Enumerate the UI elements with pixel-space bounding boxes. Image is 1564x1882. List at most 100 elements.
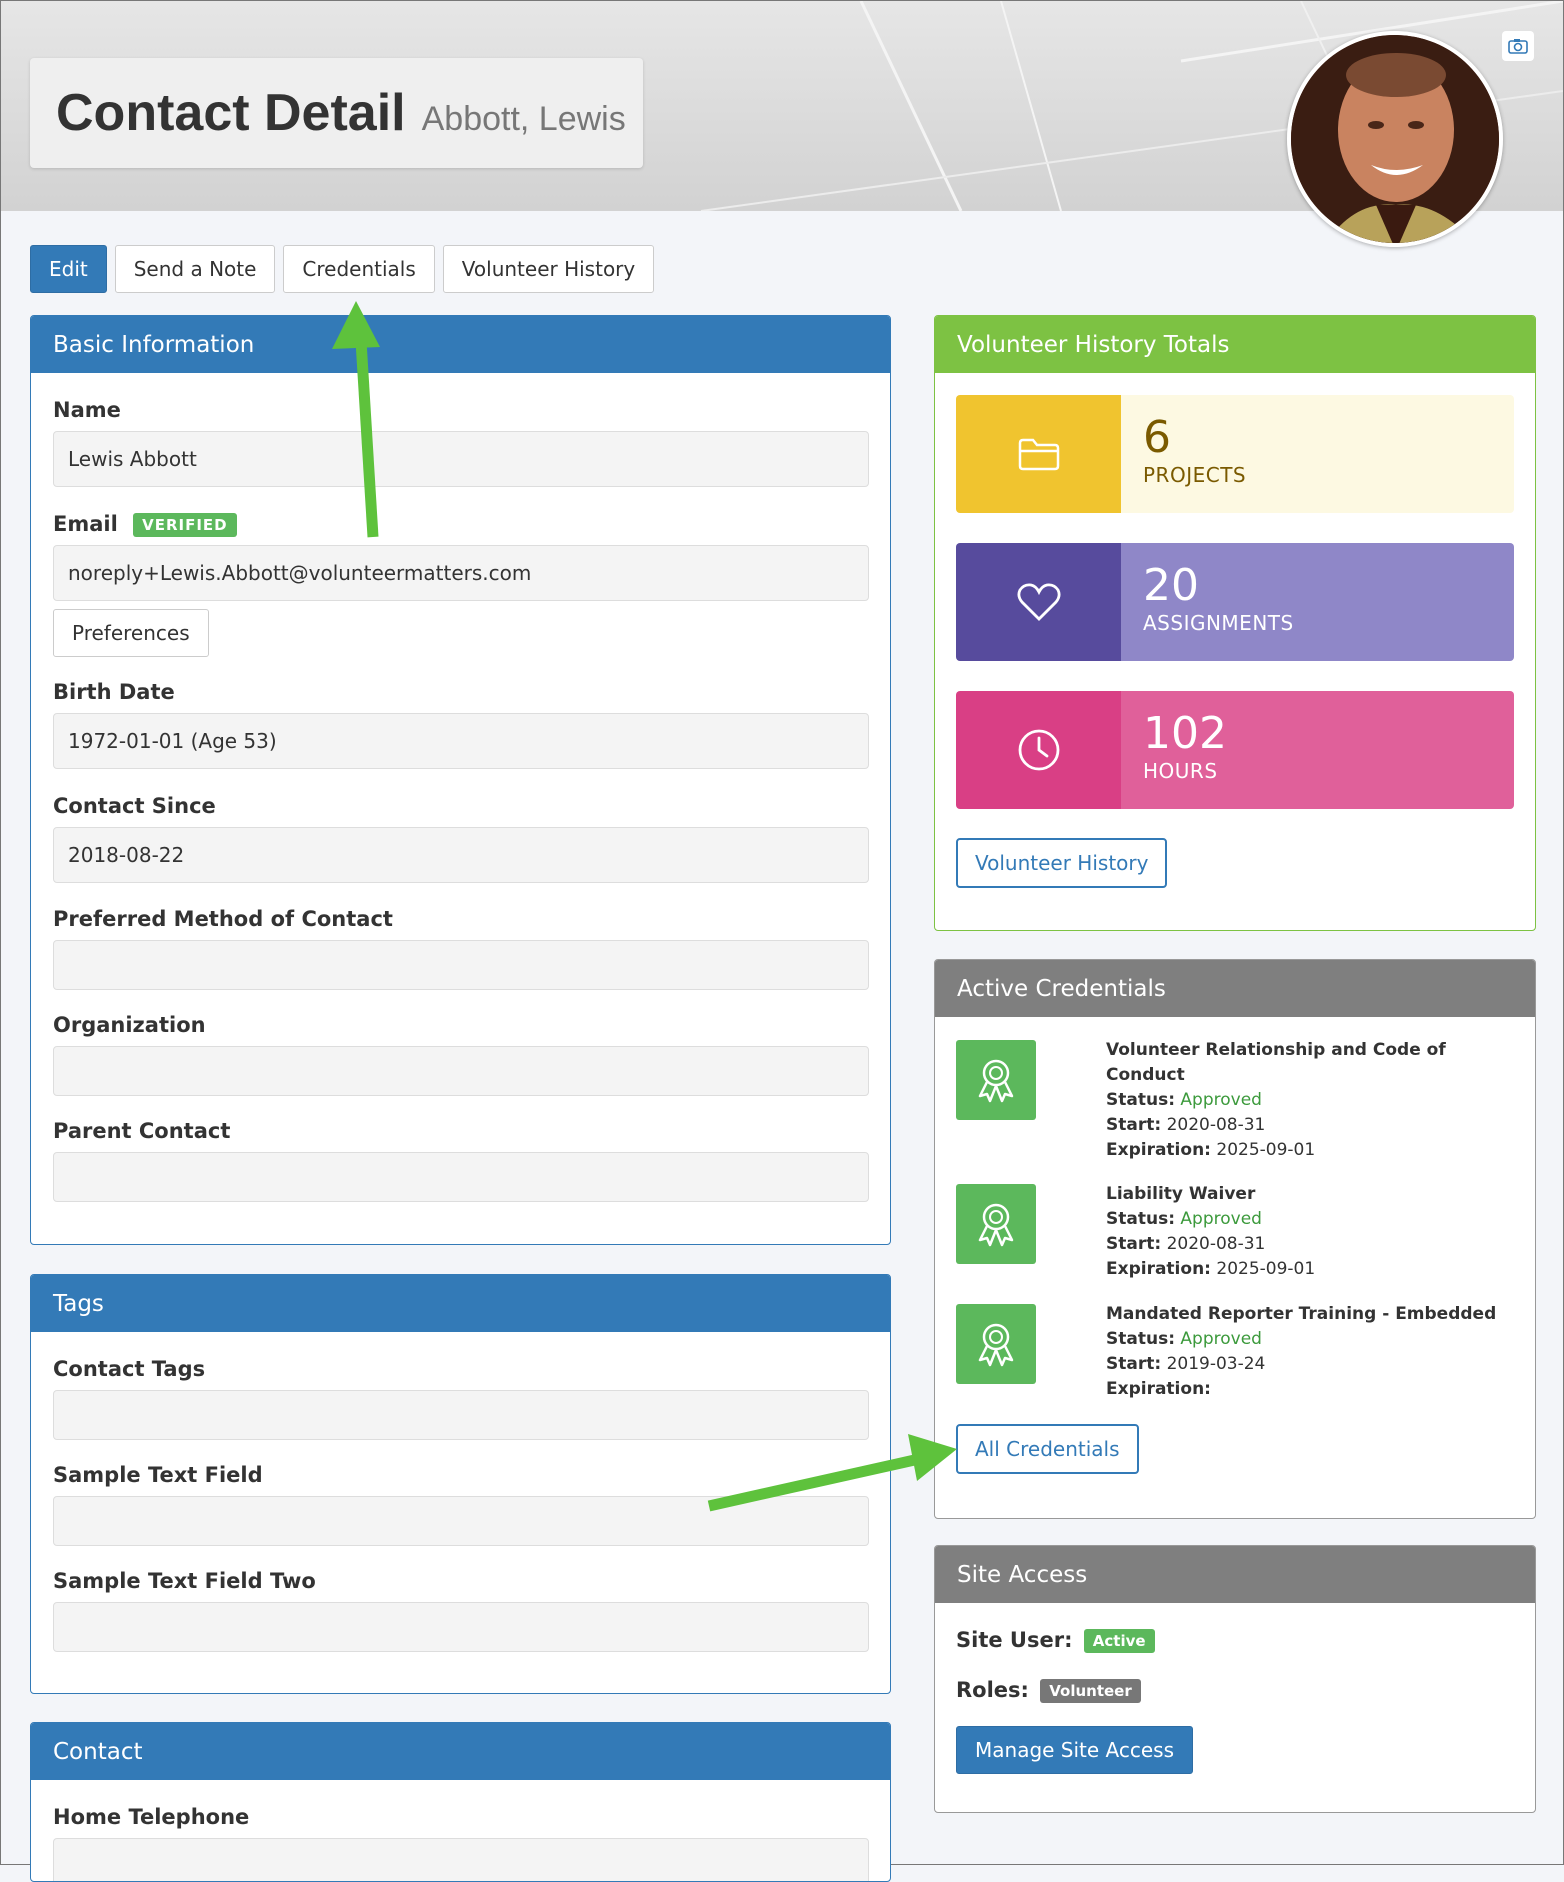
start-label: Start: <box>1106 1115 1162 1135</box>
credential-expiration: 2025-09-01 <box>1216 1259 1316 1279</box>
role-badge: Volunteer <box>1040 1679 1141 1703</box>
preferred-method-field[interactable] <box>53 940 869 990</box>
home-telephone-label: Home Telephone <box>53 1805 250 1829</box>
all-credentials-button[interactable]: All Credentials <box>956 1424 1139 1474</box>
expiration-label: Expiration: <box>1106 1259 1211 1279</box>
credential-title: Volunteer Relationship and Code of Condu… <box>1106 1040 1446 1085</box>
contact-tags-label: Contact Tags <box>53 1357 206 1381</box>
assignments-icon-box <box>956 543 1121 661</box>
credentials-button[interactable]: Credentials <box>283 245 435 293</box>
basic-information-panel: Basic Information Name Lewis Abbott Emai… <box>30 315 891 1245</box>
email-field[interactable]: noreply+Lewis.Abbott@volunteermatters.co… <box>53 545 869 601</box>
credential-item: Mandated Reporter Training - Embedded St… <box>1106 1302 1506 1402</box>
site-access-panel: Site Access Site User: Active Roles: Vol… <box>934 1545 1536 1813</box>
status-label: Status: <box>1106 1209 1175 1229</box>
expiration-label: Expiration: <box>1106 1140 1211 1160</box>
name-field[interactable]: Lewis Abbott <box>53 431 869 487</box>
hours-label: HOURS <box>1143 759 1218 783</box>
projects-stat-text: 6 PROJECTS <box>1121 395 1514 513</box>
credential-status: Approved <box>1180 1090 1262 1110</box>
edit-button[interactable]: Edit <box>30 245 107 293</box>
panel-heading: Tags <box>31 1275 890 1332</box>
status-label: Status: <box>1106 1090 1175 1110</box>
manage-site-access-button[interactable]: Manage Site Access <box>956 1726 1194 1774</box>
credential-badge-icon <box>956 1184 1036 1264</box>
panel-heading: Volunteer History Totals <box>935 316 1535 373</box>
organization-label: Organization <box>53 1013 206 1037</box>
parent-contact-label: Parent Contact <box>53 1119 231 1143</box>
name-label: Name <box>53 398 121 422</box>
credential-start: 2019-03-24 <box>1166 1354 1266 1374</box>
heart-icon <box>1016 583 1061 621</box>
credential-start: 2020-08-31 <box>1166 1234 1266 1254</box>
contact-panel: Contact Home Telephone <box>30 1722 891 1882</box>
credential-title: Mandated Reporter Training - Embedded <box>1106 1304 1497 1324</box>
volunteer-history-totals-panel: Volunteer History Totals 6 PROJECTS 20 A… <box>934 315 1536 931</box>
panel-heading: Basic Information <box>31 316 890 373</box>
panel-heading: Site Access <box>935 1546 1535 1603</box>
email-label-row: Email VERIFIED <box>53 512 237 537</box>
sample-text-field[interactable] <box>53 1496 869 1546</box>
projects-stat: 6 PROJECTS <box>956 395 1514 513</box>
sample-text-field-label: Sample Text Field <box>53 1463 263 1487</box>
sample-text-field-two[interactable] <box>53 1602 869 1652</box>
change-photo-button[interactable] <box>1502 31 1534 61</box>
camera-icon <box>1508 39 1528 54</box>
preferred-method-label: Preferred Method of Contact <box>53 907 393 931</box>
parent-contact-field[interactable] <box>53 1152 869 1202</box>
page-title: Contact Detail <box>56 84 406 142</box>
panel-heading: Active Credentials <box>935 960 1535 1017</box>
credential-start: 2020-08-31 <box>1166 1115 1266 1135</box>
hours-stat: 102 HOURS <box>956 691 1514 809</box>
active-credentials-panel: Active Credentials Volunteer Relationshi… <box>934 959 1536 1519</box>
assignments-count: 20 <box>1143 560 1199 611</box>
avatar[interactable] <box>1287 31 1503 247</box>
credential-status: Approved <box>1180 1329 1262 1349</box>
hours-count: 102 <box>1143 708 1227 759</box>
volunteer-history-button[interactable]: Volunteer History <box>442 245 655 293</box>
expiration-label: Expiration: <box>1106 1379 1211 1399</box>
action-bar: Edit Send a Note Credentials Volunteer H… <box>30 245 655 293</box>
hours-icon-box <box>956 691 1121 809</box>
projects-count: 6 <box>1143 412 1171 463</box>
assignments-stat-text: 20 ASSIGNMENTS <box>1121 543 1514 661</box>
credential-badge-icon <box>956 1040 1036 1120</box>
tags-panel: Tags Contact Tags Sample Text Field Samp… <box>30 1274 891 1694</box>
avatar-photo <box>1291 35 1499 243</box>
panel-heading: Contact <box>31 1723 890 1780</box>
send-note-button[interactable]: Send a Note <box>114 245 276 293</box>
contact-since-label: Contact Since <box>53 794 216 818</box>
award-icon <box>978 1059 1014 1103</box>
award-icon <box>978 1323 1014 1367</box>
organization-field[interactable] <box>53 1046 869 1096</box>
site-user-status-badge: Active <box>1083 1629 1155 1653</box>
volunteer-history-link-button[interactable]: Volunteer History <box>956 838 1168 888</box>
verified-badge: VERIFIED <box>133 513 237 537</box>
page-subtitle: Abbott, Lewis <box>421 99 626 138</box>
contact-since-field[interactable]: 2018-08-22 <box>53 827 869 883</box>
credential-status: Approved <box>1180 1209 1262 1229</box>
assignments-stat: 20 ASSIGNMENTS <box>956 543 1514 661</box>
projects-label: PROJECTS <box>1143 463 1247 487</box>
credential-item: Volunteer Relationship and Code of Condu… <box>1106 1038 1506 1163</box>
home-telephone-field[interactable] <box>53 1838 869 1881</box>
start-label: Start: <box>1106 1234 1162 1254</box>
credential-expiration: 2025-09-01 <box>1216 1140 1316 1160</box>
projects-icon-box <box>956 395 1121 513</box>
birth-date-label: Birth Date <box>53 680 175 704</box>
folder-icon <box>1018 438 1059 471</box>
assignments-label: ASSIGNMENTS <box>1143 611 1294 635</box>
credential-badge-icon <box>956 1304 1036 1384</box>
birth-date-field[interactable]: 1972-01-01 (Age 53) <box>53 713 869 769</box>
start-label: Start: <box>1106 1354 1162 1374</box>
preferences-button[interactable]: Preferences <box>53 609 209 657</box>
contact-tags-field[interactable] <box>53 1390 869 1440</box>
status-label: Status: <box>1106 1329 1175 1349</box>
hours-stat-text: 102 HOURS <box>1121 691 1514 809</box>
roles-row: Roles: Volunteer <box>956 1678 1141 1703</box>
sample-text-field-two-label: Sample Text Field Two <box>53 1569 316 1593</box>
credential-item: Liability Waiver Status: Approved Start:… <box>1106 1182 1506 1282</box>
site-user-label: Site User: <box>956 1628 1073 1652</box>
title-box: Contact Detail Abbott, Lewis <box>30 58 643 168</box>
clock-icon <box>1018 729 1059 771</box>
